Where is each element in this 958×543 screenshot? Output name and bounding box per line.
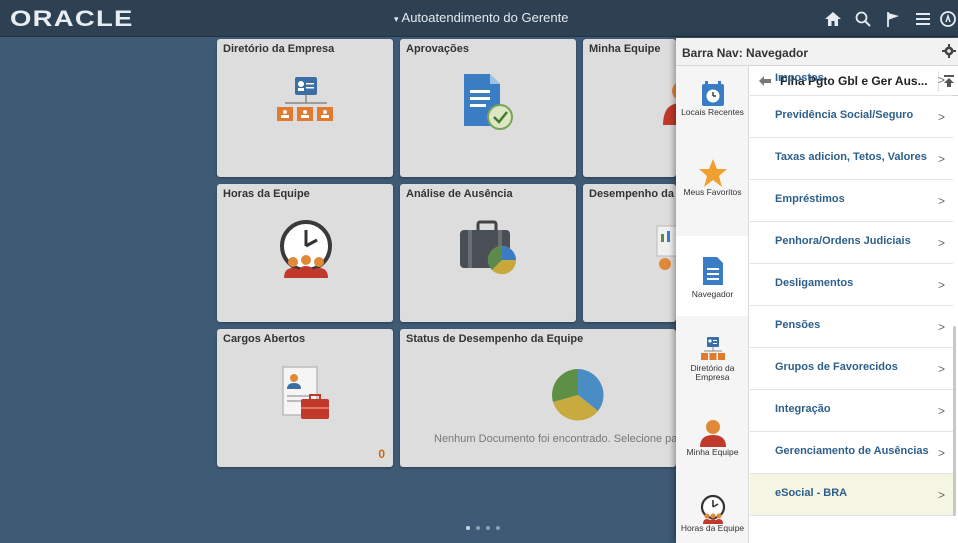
page-dot[interactable] bbox=[476, 526, 480, 530]
folder-label: Gerenciamento de Ausências bbox=[775, 445, 929, 457]
folder-label: Empréstimos bbox=[775, 193, 845, 205]
tile-title: Desempenho da E bbox=[589, 188, 676, 200]
pie-chart-icon bbox=[552, 369, 604, 421]
approval-document-icon bbox=[464, 74, 513, 130]
chevron-right-icon: > bbox=[938, 446, 946, 460]
chevron-right-icon: > bbox=[938, 73, 946, 87]
tile-title: Minha Equipe bbox=[589, 43, 661, 55]
tile-title: Análise de Ausência bbox=[406, 188, 513, 200]
nav-folder[interactable]: Previdência Social/Seguro > bbox=[750, 96, 953, 138]
navbar-panel: Barra Nav: Navegador Locais Recentes Meu… bbox=[676, 38, 958, 543]
tile-analise-ausencia[interactable]: Análise de Ausência bbox=[400, 184, 576, 322]
nav-my-team[interactable]: Minha Equipe bbox=[676, 408, 748, 478]
page-title-dropdown[interactable]: ▾ Autoatendimento do Gerente bbox=[394, 10, 568, 25]
tile-title: Status de Desempenho da Equipe bbox=[406, 333, 584, 345]
nav-navigator[interactable]: Navegador bbox=[676, 236, 748, 316]
global-header: ORACLE ▾ Autoatendimento do Gerente bbox=[0, 0, 958, 37]
nav-folder[interactable]: Integração > bbox=[750, 390, 953, 432]
open-jobs-count: 0 bbox=[378, 447, 385, 461]
nav-item-label: Navegador bbox=[691, 289, 734, 299]
page-title-text: Autoatendimento do Gerente bbox=[401, 10, 569, 25]
navbar-title: Barra Nav: Navegador bbox=[682, 46, 809, 60]
nav-recent-places[interactable]: Locais Recentes bbox=[676, 66, 748, 140]
home-icon[interactable] bbox=[818, 0, 848, 37]
nav-folder[interactable]: Taxas adicion, Tetos, Valores > bbox=[750, 138, 953, 180]
nav-folder-impostos[interactable]: Impostos > bbox=[750, 72, 953, 96]
folder-label: Impostos bbox=[775, 72, 824, 84]
chevron-right-icon: > bbox=[938, 152, 946, 166]
gear-icon[interactable] bbox=[942, 44, 956, 58]
nav-item-label: Diretório da Empresa bbox=[690, 363, 735, 382]
tile-desempenho-equipe[interactable]: Desempenho da E bbox=[583, 184, 676, 322]
navbar-icon[interactable] bbox=[938, 0, 958, 37]
folder-label: Integração bbox=[775, 403, 831, 415]
folder-label: Taxas adicion, Tetos, Valores bbox=[775, 151, 927, 163]
nav-item-label: Locais Recentes bbox=[681, 107, 744, 117]
nav-folder[interactable]: Pensões > bbox=[750, 306, 953, 348]
chevron-right-icon: > bbox=[938, 278, 946, 292]
menu-icon[interactable] bbox=[908, 0, 938, 37]
org-chart-icon bbox=[277, 77, 333, 121]
tile-minha-equipe[interactable]: Minha Equipe bbox=[583, 39, 676, 177]
page-dot[interactable] bbox=[486, 526, 490, 530]
tile-title: Diretório da Empresa bbox=[223, 43, 335, 55]
star-icon bbox=[698, 159, 727, 187]
people-icon bbox=[699, 420, 726, 447]
folder-label: Grupos de Favorecidos bbox=[775, 361, 898, 373]
job-opening-icon bbox=[282, 366, 329, 419]
chevron-right-icon: > bbox=[938, 404, 946, 418]
chevron-right-icon: > bbox=[938, 194, 946, 208]
flag-icon[interactable] bbox=[878, 0, 908, 37]
nav-my-favorites[interactable]: Meus Favoritos bbox=[676, 144, 748, 218]
chevron-right-icon: > bbox=[938, 488, 946, 502]
nav-item-label: Horas da Equipe bbox=[680, 523, 745, 533]
caret-down-icon: ▾ bbox=[394, 14, 399, 24]
folder-label: eSocial - BRA bbox=[775, 487, 848, 499]
empty-state-message: Nenhum Documento foi encontrado. Selecio… bbox=[434, 433, 676, 445]
tile-title: Horas da Equipe bbox=[223, 188, 310, 200]
clock-people-icon bbox=[280, 220, 332, 278]
nav-company-directory[interactable]: Diretório da Empresa bbox=[676, 324, 748, 404]
navbar-left-menu: Locais Recentes Meus Favoritos Navegador… bbox=[676, 66, 749, 543]
clock-people-icon bbox=[700, 494, 725, 524]
performance-icon bbox=[656, 225, 676, 270]
nav-folder-selected[interactable]: eSocial - BRA > bbox=[750, 474, 953, 516]
nav-folder[interactable]: Penhora/Ordens Judiciais > bbox=[750, 222, 953, 264]
nav-folder[interactable]: Grupos de Favorecidos > bbox=[750, 348, 953, 390]
org-chart-icon bbox=[700, 337, 725, 360]
tile-diretorio-empresa[interactable]: Diretório da Empresa bbox=[217, 39, 393, 177]
people-icon bbox=[663, 83, 676, 125]
chevron-right-icon: > bbox=[938, 236, 946, 250]
scrollbar[interactable] bbox=[953, 326, 956, 516]
page-dot[interactable] bbox=[466, 526, 470, 530]
folder-label: Penhora/Ordens Judiciais bbox=[775, 235, 911, 247]
document-icon bbox=[702, 257, 723, 285]
oracle-logo: ORACLE bbox=[10, 6, 134, 31]
nav-folder[interactable]: Desligamentos > bbox=[750, 264, 953, 306]
page-dot[interactable] bbox=[496, 526, 500, 530]
briefcase-chart-icon bbox=[460, 220, 517, 275]
page-indicator[interactable] bbox=[466, 526, 500, 530]
navbar-header: Barra Nav: Navegador bbox=[676, 38, 958, 66]
search-icon[interactable] bbox=[848, 0, 878, 37]
tile-cargos-abertos[interactable]: Cargos Abertos 0 bbox=[217, 329, 393, 467]
tile-aprovacoes[interactable]: Aprovações bbox=[400, 39, 576, 177]
nav-folder[interactable]: Gerenciamento de Ausências > bbox=[750, 432, 953, 474]
tile-horas-equipe[interactable]: Horas da Equipe bbox=[217, 184, 393, 322]
folder-label: Desligamentos bbox=[775, 277, 854, 289]
tile-title: Cargos Abertos bbox=[223, 333, 306, 345]
clock-icon bbox=[701, 81, 724, 106]
nav-team-hours[interactable]: Horas da Equipe bbox=[676, 478, 748, 543]
chevron-right-icon: > bbox=[938, 362, 946, 376]
folder-label: Pensões bbox=[775, 319, 821, 331]
chevron-right-icon: > bbox=[938, 320, 946, 334]
nav-item-label: Minha Equipe bbox=[686, 447, 739, 457]
nav-folder[interactable]: Empréstimos > bbox=[750, 180, 953, 222]
nav-item-label: Meus Favoritos bbox=[683, 187, 742, 197]
chevron-right-icon: > bbox=[938, 110, 946, 124]
tile-status-desempenho[interactable]: Status de Desempenho da Equipe Nenhum Do… bbox=[400, 329, 676, 467]
tile-title: Aprovações bbox=[406, 43, 469, 55]
folder-label: Previdência Social/Seguro bbox=[775, 109, 914, 121]
navigator-content: Flha Pgto Gbl e Ger Aus... Impostos > Pr… bbox=[750, 66, 958, 543]
